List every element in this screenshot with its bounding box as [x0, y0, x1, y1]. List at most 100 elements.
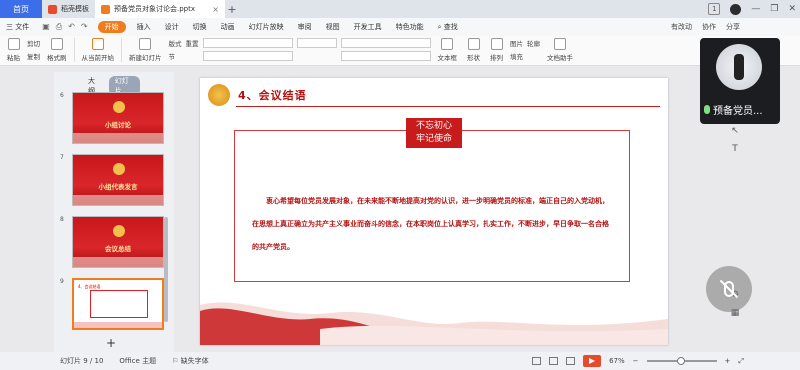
text-tool-icon[interactable]: T [732, 144, 738, 154]
fit-window-icon[interactable]: ⤢ [738, 357, 744, 366]
home-tab[interactable]: 首页 [0, 0, 42, 18]
zoom-level[interactable]: 67% [609, 357, 625, 365]
new-slide-button[interactable]: 新建幻灯片 [126, 38, 165, 62]
doc-assist-button[interactable]: 文档助手 [544, 38, 576, 62]
ppt-file-icon [101, 4, 110, 14]
thumbnail-scrollbar[interactable] [164, 217, 168, 322]
paragraph-tools[interactable] [340, 38, 431, 48]
slide-thumbnail-7[interactable]: 小组代表发言 [72, 154, 164, 206]
new-slide-icon [139, 38, 152, 50]
missing-font-button[interactable]: ⚐ 缺失字体 [172, 356, 209, 366]
new-tab-button[interactable]: + [225, 3, 239, 16]
slide-thumbnail-9[interactable]: 4、会议结语 [72, 278, 164, 330]
party-emblem-icon [113, 163, 125, 175]
copy-button[interactable]: 复制 [27, 51, 40, 61]
tab-current-file[interactable]: 预备党员对象讨论会.pptx × [95, 0, 225, 18]
font-size-select[interactable] [296, 38, 337, 48]
collaborate-button[interactable]: 协作 [702, 22, 716, 32]
menu-design[interactable]: 设计 [158, 22, 186, 32]
arrange-button[interactable]: 排列 [487, 38, 506, 62]
share-button[interactable]: 分享 [726, 22, 740, 32]
close-tab-icon[interactable]: × [212, 5, 219, 14]
right-sidebar-tools: ↖ T [726, 126, 744, 154]
header-divider [236, 106, 660, 107]
menu-view[interactable]: 视图 [319, 22, 347, 32]
save-icon[interactable]: ▣ [42, 22, 50, 32]
slide-title[interactable]: 4、会议结语 [238, 87, 307, 103]
tab-file-label: 预备党员对象讨论会.pptx [114, 5, 195, 13]
outline-button[interactable]: 轮廓 [527, 38, 540, 48]
reading-view-icon[interactable] [566, 357, 576, 365]
slide-thumbnail-6[interactable]: 小组讨论 [72, 92, 164, 144]
search-label: 查找 [443, 23, 458, 31]
alignment-tools[interactable] [340, 51, 431, 61]
paste-label: 粘贴 [7, 54, 20, 62]
zoom-in-icon[interactable]: + [725, 357, 731, 365]
play-from-current-button[interactable]: 从当前开始 [79, 38, 118, 62]
menu-slideshow[interactable]: 幻灯片放映 [242, 22, 291, 32]
ribbon-toolbar: 粘贴 剪切 复制 格式刷 从当前开始 新建幻灯片 版式 节 重置 文本框 形状 … [0, 36, 800, 66]
shape-label: 形状 [467, 54, 480, 62]
slide-thumbnail-8[interactable]: 会议总结 [72, 216, 164, 268]
textbox-icon [441, 38, 454, 50]
add-slide-button[interactable]: + [106, 336, 116, 350]
menu-start[interactable]: 开始 [97, 21, 126, 33]
search-menu[interactable]: ⌕ 查找 [431, 22, 465, 32]
theme-name[interactable]: Office 主题 [119, 356, 156, 366]
tab-docer-label: 稻壳模板 [61, 5, 89, 13]
party-emblem-icon [113, 225, 125, 237]
format-painter-button[interactable]: 格式刷 [44, 38, 70, 62]
frame-label[interactable]: 不忘初心 牢记使命 [406, 118, 462, 148]
thumb-frame [90, 290, 148, 318]
minimize-icon[interactable]: — [751, 4, 760, 14]
menu-features[interactable]: 特色功能 [389, 22, 431, 32]
undo-icon[interactable]: ↶ [68, 22, 75, 32]
slide-canvas[interactable]: 4、会议结语 不忘初心 牢记使命 衷心希望每位党员发展对象，在未来能不断地提高对… [200, 78, 668, 345]
menu-review[interactable]: 审阅 [291, 22, 319, 32]
menu-insert[interactable]: 插入 [130, 22, 158, 32]
participant-name: 预备党员... [704, 102, 763, 117]
ribbon-divider [73, 38, 75, 62]
redo-icon[interactable]: ↷ [81, 22, 88, 32]
play-icon [91, 38, 104, 50]
changes-indicator[interactable]: 有改动 [671, 22, 692, 32]
paste-button[interactable]: 粘贴 [4, 38, 23, 62]
thumb-title: 小组代表发言 [98, 183, 138, 191]
zoom-slider[interactable] [646, 357, 717, 365]
sorter-view-icon[interactable] [549, 357, 559, 365]
window-count-badge[interactable]: 1 [708, 3, 721, 15]
video-call-tile[interactable]: 预备党员... [700, 38, 780, 124]
shape-button[interactable]: 形状 [464, 38, 483, 62]
font-style-bar[interactable] [202, 51, 293, 61]
slideshow-play-button[interactable] [583, 355, 602, 367]
user-avatar[interactable] [730, 3, 742, 15]
zoom-slider-knob[interactable] [676, 357, 685, 365]
print-icon[interactable]: ⎙ [56, 22, 62, 32]
reset-button[interactable]: 重置 [186, 38, 199, 48]
thumb-wave [74, 322, 162, 328]
font-family-select[interactable] [202, 38, 293, 48]
layout-button[interactable]: 版式 [169, 38, 182, 48]
decorative-wave [200, 302, 668, 345]
menu-transition[interactable]: 切换 [186, 22, 214, 32]
zoom-out-icon[interactable]: − [633, 357, 639, 365]
file-menu[interactable]: 三 文件 [0, 22, 36, 32]
tab-docer[interactable]: 稻壳模板 [42, 0, 95, 18]
menu-devtools[interactable]: 开发工具 [347, 22, 389, 32]
thumb-title: 会议总结 [105, 245, 131, 253]
doc-assist-label: 文档助手 [547, 54, 573, 62]
slide-body-text[interactable]: 衷心希望每位党员发展对象，在未来能不断地提高对党的认识，进一步明确党员的标准，端… [252, 190, 612, 259]
participant-figure [734, 54, 744, 80]
image-button[interactable]: 图片 [510, 38, 523, 48]
cut-button[interactable]: 剪切 [27, 38, 40, 48]
close-window-icon[interactable]: ✕ [788, 4, 796, 14]
textbox-button[interactable]: 文本框 [435, 38, 461, 62]
fill-button[interactable]: 填充 [510, 51, 523, 61]
restore-icon[interactable]: ❐ [770, 4, 778, 14]
mute-mic-button[interactable] [706, 266, 752, 312]
section-button[interactable]: 节 [169, 51, 182, 61]
thumb-title: 小组讨论 [105, 121, 131, 129]
cursor-icon[interactable]: ↖ [731, 126, 739, 136]
menu-animation[interactable]: 动画 [214, 22, 242, 32]
normal-view-icon[interactable] [532, 357, 542, 365]
